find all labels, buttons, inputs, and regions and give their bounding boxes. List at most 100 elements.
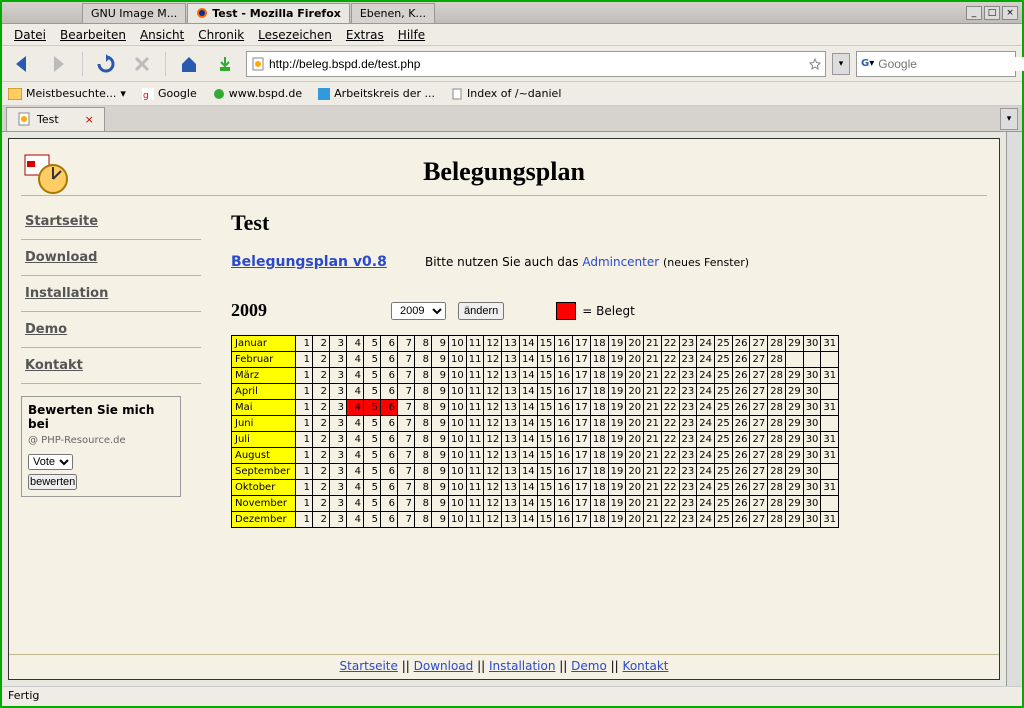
vote-select[interactable]: Vote	[28, 454, 73, 470]
day-cell[interactable]: 15	[537, 432, 555, 448]
day-cell[interactable]: 26	[732, 400, 750, 416]
day-cell[interactable]: 20	[626, 448, 644, 464]
day-cell[interactable]: 24	[697, 464, 715, 480]
day-cell[interactable]: 10	[449, 384, 467, 400]
day-cell[interactable]: 3	[330, 352, 347, 368]
day-cell[interactable]: 10	[449, 368, 467, 384]
tab-menu[interactable]: ▾	[1000, 108, 1018, 130]
day-cell[interactable]: 9	[432, 512, 449, 528]
day-cell[interactable]: 5	[364, 432, 381, 448]
day-cell[interactable]: 25	[715, 336, 733, 352]
day-cell[interactable]: 2	[313, 512, 330, 528]
day-cell[interactable]: 6	[381, 416, 398, 432]
day-cell[interactable]: 11	[466, 480, 484, 496]
day-cell[interactable]: 30	[803, 368, 821, 384]
day-cell[interactable]: 5	[364, 336, 381, 352]
day-cell[interactable]: 25	[715, 496, 733, 512]
day-cell[interactable]: 13	[502, 512, 520, 528]
day-cell[interactable]: 6	[381, 480, 398, 496]
day-cell[interactable]: 8	[415, 384, 432, 400]
day-cell[interactable]: 4	[347, 480, 364, 496]
day-cell[interactable]: 3	[330, 384, 347, 400]
menu-extras[interactable]: Extras	[340, 26, 390, 44]
day-cell[interactable]: 21	[644, 336, 662, 352]
day-cell[interactable]: 22	[661, 336, 679, 352]
day-cell[interactable]: 7	[398, 352, 415, 368]
day-cell[interactable]: 14	[519, 336, 537, 352]
day-cell[interactable]: 25	[715, 416, 733, 432]
day-cell[interactable]: 8	[415, 448, 432, 464]
day-cell[interactable]: 20	[626, 400, 644, 416]
day-cell[interactable]: 16	[555, 448, 573, 464]
day-cell[interactable]: 11	[466, 464, 484, 480]
day-cell[interactable]: 8	[415, 496, 432, 512]
day-cell[interactable]: 24	[697, 400, 715, 416]
day-cell[interactable]: 12	[484, 368, 502, 384]
day-cell[interactable]: 9	[432, 352, 449, 368]
day-cell[interactable]: 26	[732, 352, 750, 368]
day-cell[interactable]: 17	[573, 336, 591, 352]
day-cell[interactable]: 11	[466, 432, 484, 448]
day-cell[interactable]: 14	[519, 368, 537, 384]
day-cell[interactable]: 23	[679, 368, 697, 384]
day-cell[interactable]: 23	[679, 416, 697, 432]
day-cell[interactable]: 8	[415, 400, 432, 416]
day-cell[interactable]: 20	[626, 384, 644, 400]
year-select[interactable]: 2009	[391, 302, 446, 320]
day-cell[interactable]: 22	[661, 352, 679, 368]
day-cell[interactable]: 30	[803, 400, 821, 416]
day-cell[interactable]: 16	[555, 432, 573, 448]
day-cell[interactable]: 29	[785, 432, 803, 448]
day-cell[interactable]: 14	[519, 416, 537, 432]
day-cell[interactable]: 9	[432, 448, 449, 464]
day-cell[interactable]: 11	[466, 416, 484, 432]
day-cell[interactable]: 19	[608, 336, 626, 352]
day-cell[interactable]: 15	[537, 416, 555, 432]
day-cell[interactable]: 27	[750, 432, 768, 448]
day-cell[interactable]: 19	[608, 368, 626, 384]
maximize-button[interactable]: □	[984, 6, 1000, 20]
os-tab-inactive[interactable]: GNU Image M...	[82, 3, 186, 23]
day-cell[interactable]: 23	[679, 336, 697, 352]
day-cell[interactable]: 16	[555, 352, 573, 368]
day-cell[interactable]: 13	[502, 464, 520, 480]
day-cell[interactable]: 19	[608, 352, 626, 368]
year-change-button[interactable]: ändern	[458, 302, 504, 320]
footer-link[interactable]: Demo	[571, 659, 607, 673]
day-cell[interactable]: 10	[449, 352, 467, 368]
day-cell[interactable]: 4	[347, 464, 364, 480]
day-cell[interactable]: 5	[364, 400, 381, 416]
day-cell[interactable]: 6	[381, 384, 398, 400]
day-cell[interactable]: 9	[432, 432, 449, 448]
day-cell[interactable]: 6	[381, 432, 398, 448]
day-cell[interactable]: 9	[432, 464, 449, 480]
menu-help[interactable]: Hilfe	[392, 26, 431, 44]
day-cell[interactable]: 12	[484, 448, 502, 464]
day-cell[interactable]: 15	[537, 448, 555, 464]
day-cell[interactable]: 2	[313, 448, 330, 464]
day-cell[interactable]: 10	[449, 432, 467, 448]
day-cell[interactable]: 22	[661, 448, 679, 464]
day-cell[interactable]: 21	[644, 400, 662, 416]
day-cell[interactable]: 3	[330, 432, 347, 448]
day-cell[interactable]: 1	[296, 432, 313, 448]
day-cell[interactable]: 27	[750, 448, 768, 464]
day-cell[interactable]: 4	[347, 432, 364, 448]
day-cell[interactable]: 20	[626, 496, 644, 512]
day-cell[interactable]: 7	[398, 448, 415, 464]
day-cell[interactable]: 23	[679, 448, 697, 464]
home-button[interactable]	[174, 50, 204, 78]
day-cell[interactable]: 16	[555, 464, 573, 480]
day-cell[interactable]: 30	[803, 384, 821, 400]
day-cell[interactable]: 4	[347, 352, 364, 368]
day-cell[interactable]: 14	[519, 512, 537, 528]
footer-link[interactable]: Download	[414, 659, 474, 673]
day-cell[interactable]: 7	[398, 416, 415, 432]
day-cell[interactable]: 2	[313, 384, 330, 400]
day-cell[interactable]: 30	[803, 416, 821, 432]
day-cell[interactable]: 2	[313, 432, 330, 448]
day-cell[interactable]: 29	[785, 512, 803, 528]
day-cell[interactable]: 7	[398, 496, 415, 512]
day-cell[interactable]: 28	[768, 480, 786, 496]
bookmark-most-visited[interactable]: Meistbesuchte... ▾	[8, 87, 126, 100]
